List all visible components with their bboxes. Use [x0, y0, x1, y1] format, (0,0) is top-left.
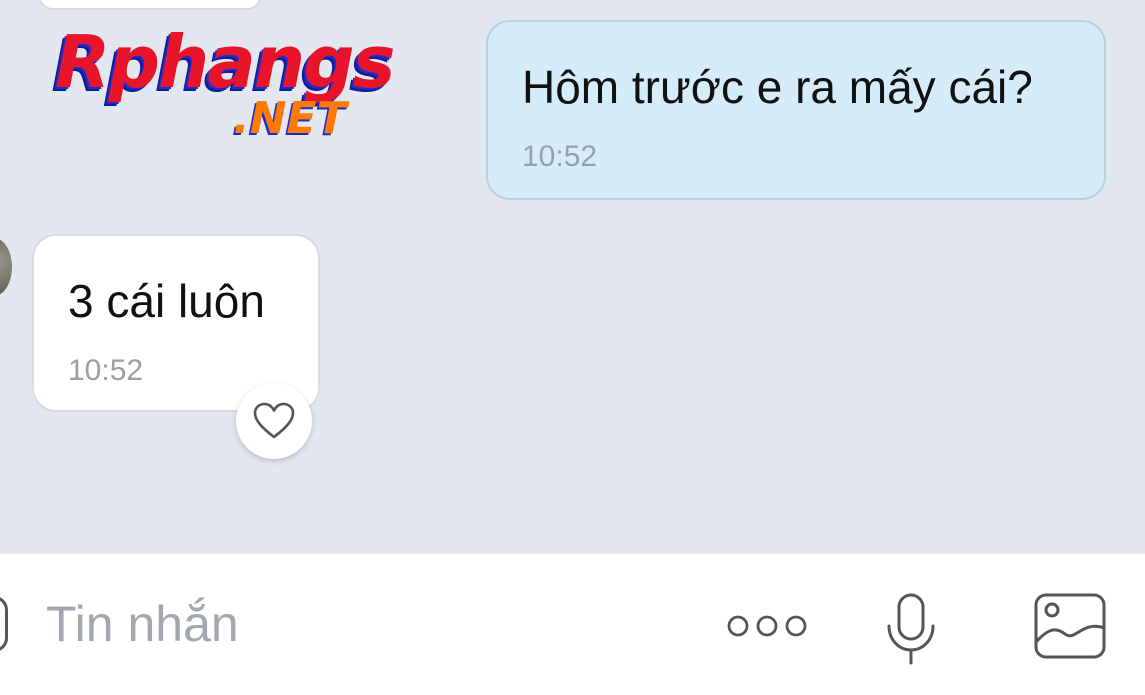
message-time: 10:52 [68, 354, 144, 387]
heart-icon [253, 402, 295, 439]
react-heart-button[interactable] [236, 383, 312, 459]
outgoing-message[interactable]: Hôm trước e ra mấy cái? 10:52 [486, 20, 1106, 200]
logo-suffix: .NET [233, 93, 347, 144]
watermark-logo: Rphangs .NET [55, 22, 415, 152]
sticker-icon[interactable] [0, 596, 8, 652]
microphone-icon[interactable] [884, 592, 938, 666]
message-text: Hôm trước e ra mấy cái? [522, 61, 1033, 113]
logo-wordmark: Rphangs [55, 20, 395, 104]
message-input[interactable] [46, 584, 686, 664]
more-dots-icon[interactable] [727, 613, 807, 639]
chat-area: Rphangs .NET Hôm trước e ra mấy cái? 10:… [0, 0, 1145, 553]
message-composer [0, 553, 1145, 695]
avatar[interactable] [0, 238, 12, 296]
previous-message-bubble [38, 0, 262, 10]
message-text: 3 cái luôn [68, 275, 265, 327]
image-icon[interactable] [1033, 592, 1107, 660]
message-time: 10:52 [522, 140, 598, 173]
